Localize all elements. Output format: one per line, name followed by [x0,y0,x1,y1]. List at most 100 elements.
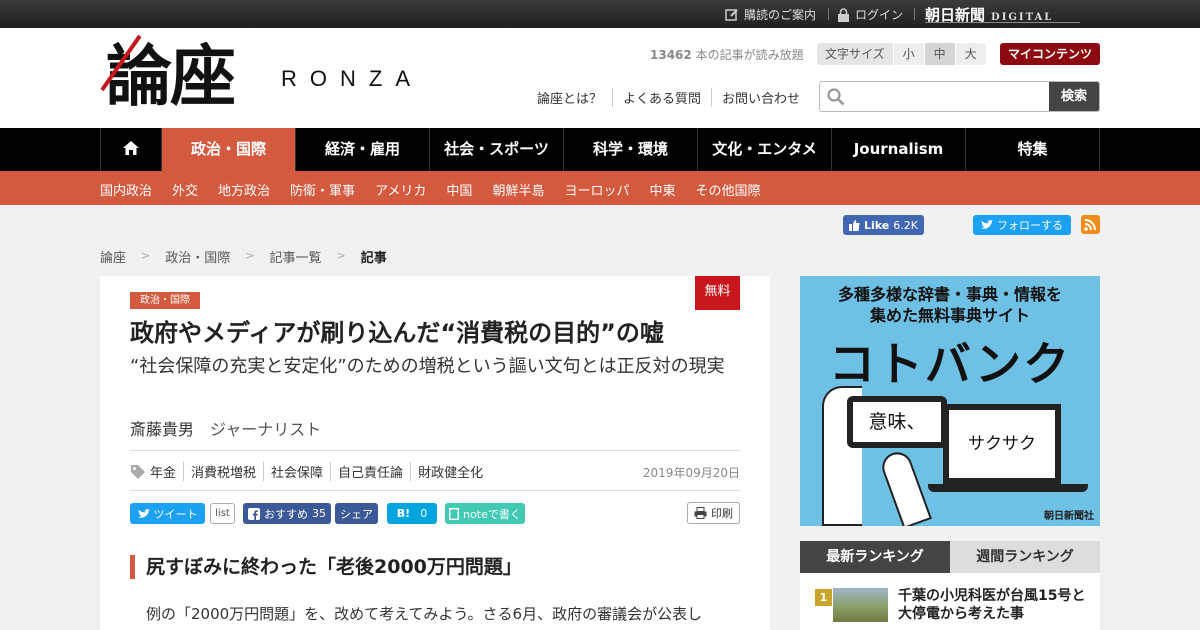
print-button[interactable]: 印刷 [687,502,740,524]
breadcrumb-list[interactable]: 記事一覧 [269,247,321,266]
tag-item[interactable]: 消費税増税 [183,462,263,481]
note-button[interactable]: noteで書く [445,503,525,524]
subnav-item[interactable]: 中東 [649,180,675,199]
ad-line1: 多種多様な辞書・事典・情報を [837,285,1062,304]
fb-like-count: 6.2K [893,218,918,232]
twitter-bird-icon [981,220,993,229]
fb-recommend-label: おすすめ [264,507,308,521]
top-utility-bar: 購読のご案内 ログイン 朝日新聞 DIGITAL [0,0,1200,28]
about-link[interactable]: 論座とは？ [537,88,612,107]
main-nav: 政治・国際 経済・雇用 社会・スポーツ 科学・環境 文化・エンタメ Journa… [0,128,1200,171]
subnav-item[interactable]: 朝鮮半島 [492,180,544,199]
subnav-item[interactable]: その他国際 [695,180,760,199]
note-icon [449,507,460,520]
breadcrumb-separator: > [141,249,151,262]
nav-journalism[interactable]: Journalism [832,128,966,171]
twitter-follow-button[interactable]: フォローする [973,215,1071,235]
subnav-item[interactable]: 防衛・軍事 [290,180,355,199]
font-size-large[interactable]: 大 [954,43,986,65]
font-size-medium[interactable]: 中 [923,43,955,65]
twitter-list-button[interactable]: list [210,503,235,524]
sub-nav: 国内政治 外交 地方政治 防衛・軍事 アメリカ 中国 朝鮮半島 ヨーロッパ 中東… [0,171,1200,205]
read-count: 13462 [650,48,692,62]
divider [130,490,740,491]
site-logo[interactable]: 論座 [106,36,236,116]
laptop-screen: サクサク [943,404,1061,484]
header-links: 論座とは？ よくある質問 お問い合わせ [537,88,810,107]
rank-title: 千葉の小児科医が台風15号と大停電から考えた事 [898,588,1086,622]
search-button[interactable]: 検索 [1049,82,1099,111]
ranking-item[interactable]: 1 千葉の小児科医が台風15号と大停電から考えた事 [800,573,1100,630]
ranking-tabs: 最新ランキング 週間ランキング [800,541,1100,573]
subnav-item[interactable]: 地方政治 [218,180,270,199]
tag-item[interactable]: 自己責任論 [330,462,410,481]
search-icon [827,88,845,106]
read-count-text: 13462 本の記事が読み放題 [650,46,804,63]
read-suffix: 本の記事が読み放題 [691,48,804,62]
hatena-label: B! [396,507,411,520]
finger-illustration [878,448,932,526]
free-badge: 無料 [695,276,740,310]
author-name[interactable]: 斎藤貴男 [130,420,194,439]
breadcrumb-category[interactable]: 政治・国際 [165,247,230,266]
my-contents-button[interactable]: マイコンテンツ [1000,43,1100,65]
tweet-label: ツイート [153,507,198,521]
nav-science[interactable]: 科学・環境 [564,128,698,171]
contact-link[interactable]: お問い合わせ [711,88,810,107]
subscribe-link[interactable]: 購読のご案内 [725,6,816,23]
breadcrumb: 論座 > 政治・国際 > 記事一覧 > 記事 [100,247,387,266]
hatena-bookmark-button[interactable]: B! 0 [387,503,437,524]
category-tag[interactable]: 政治・国際 [130,292,200,309]
section-heading: 尻すぼみに終わった「老後2000万円問題」 [130,555,522,579]
breadcrumb-separator: > [245,249,255,262]
subnav-item[interactable]: 外交 [172,180,198,199]
font-size-small[interactable]: 小 [892,43,924,65]
rank-number: 1 [815,589,832,606]
nav-features[interactable]: 特集 [966,128,1100,171]
site-logo-en[interactable]: RONZA [281,66,423,92]
subnav-item[interactable]: 中国 [446,180,472,199]
facebook-recommend-button[interactable]: おすすめ 35 [243,503,331,524]
divider [914,8,915,20]
note-label: noteで書く [463,507,521,521]
nav-economy[interactable]: 経済・雇用 [296,128,430,171]
thumbs-up-icon [849,219,860,231]
author-role: ジャーナリスト [210,420,322,439]
article-card: 政治・国際 無料 政府やメディアが刷り込んだ“消費税の目的”の嘘 “社会保障の充… [100,276,770,630]
rank-thumbnail [833,588,888,622]
publish-date: 2019年09月20日 [642,466,740,480]
site-header: 論座 RONZA 13462 本の記事が読み放題 文字サイズ 小 中 大 マイコ… [0,28,1200,128]
subnav-item[interactable]: アメリカ [375,180,426,199]
phone-screen: 意味、 [847,396,947,448]
tab-weekly-ranking[interactable]: 週間ランキング [950,541,1100,573]
nav-culture[interactable]: 文化・エンタメ [698,128,832,171]
author-line: 斎藤貴男 ジャーナリスト [130,416,321,440]
breadcrumb-home[interactable]: 論座 [100,247,126,266]
twitter-bird-icon [137,508,150,518]
tag-item[interactable]: 財政健全化 [410,462,490,481]
tweet-button[interactable]: ツイート [130,503,205,524]
facebook-share-button[interactable]: シェア [335,503,378,524]
breadcrumb-current: 記事 [360,251,387,266]
article-body: 例の「2000万円問題」を、改めて考えてみよう。さる6月、政府の審議会が公表し [146,605,703,623]
tag-item[interactable]: 社会保障 [263,462,330,481]
login-link[interactable]: ログイン [837,6,903,23]
edit-icon [725,8,738,21]
faq-link[interactable]: よくある質問 [612,88,711,107]
search-input[interactable] [850,82,1050,111]
logo-underline [925,22,1080,23]
kotobank-ad[interactable]: 多種多様な辞書・事典・情報を 集めた無料事典サイト コトバンク サクサク 意味、… [800,276,1100,526]
hatena-count: 0 [420,507,428,520]
search-box: 検索 [819,81,1100,112]
tag-item[interactable]: 年金 [146,462,183,481]
subnav-item[interactable]: 国内政治 [100,180,152,199]
subnav-item[interactable]: ヨーロッパ [564,180,629,199]
nav-politics[interactable]: 政治・国際 [162,128,296,171]
font-size-label: 文字サイズ [817,43,893,65]
facebook-like-button[interactable]: Like 6.2K [843,215,924,235]
tab-latest-ranking[interactable]: 最新ランキング [800,541,950,573]
nav-home[interactable] [100,128,162,171]
rss-button[interactable] [1081,215,1100,234]
nav-society[interactable]: 社会・スポーツ [430,128,564,171]
rss-icon [1084,219,1096,231]
